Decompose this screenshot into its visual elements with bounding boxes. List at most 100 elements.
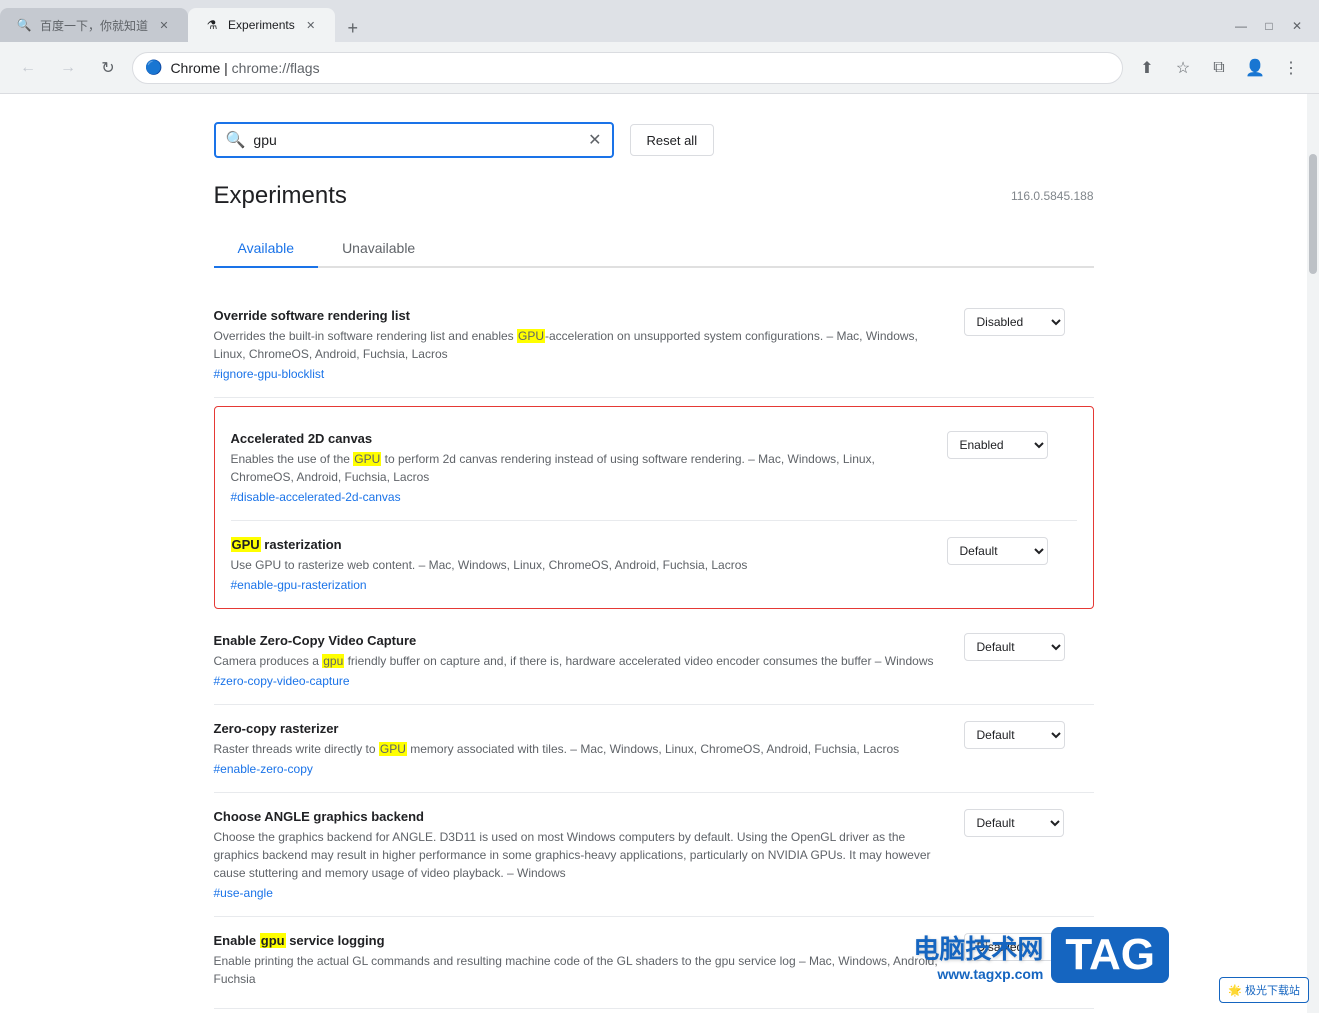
flag-select-rasterization[interactable]: Default Disabled Enabled — [947, 537, 1048, 565]
flag-desc-angle: Choose the graphics backend for ANGLE. D… — [214, 828, 940, 882]
highlight-gpu-5: GPU — [379, 742, 407, 756]
browser-frame: 🔍 百度一下，你就知道 ✕ ⚗ Experiments ✕ + — □ ✕ ← … — [0, 0, 1319, 1013]
flag-item-accelerated-canvas: Accelerated 2D canvas Enables the use of… — [231, 415, 1077, 521]
tab-unavailable[interactable]: Unavailable — [318, 230, 439, 268]
tab-available[interactable]: Available — [214, 230, 319, 268]
flag-control-rasterization: Default Disabled Enabled — [947, 537, 1077, 565]
highlight-gpu-2: GPU — [353, 452, 381, 466]
flag-info-override: Override software rendering list Overrid… — [214, 308, 940, 381]
flag-list: Override software rendering list Overrid… — [214, 292, 1094, 1009]
flag-desc-override: Overrides the built-in software renderin… — [214, 327, 940, 363]
minimize-button[interactable]: — — [1227, 14, 1255, 38]
add-tab-button[interactable]: + — [339, 14, 367, 42]
experiments-page: 🔍 ✕ Reset all Experiments 116.0.5845.188… — [174, 94, 1134, 1013]
window-controls: — □ ✕ — [1219, 14, 1319, 38]
menu-button[interactable]: ⋮ — [1275, 52, 1307, 84]
flag-name-angle: Choose ANGLE graphics backend — [214, 809, 940, 824]
flag-link-zero-copy-video[interactable]: #zero-copy-video-capture — [214, 674, 940, 688]
flag-select-override[interactable]: Default Disabled Enabled — [964, 308, 1065, 336]
flag-item-zero-copy-raster: Zero-copy rasterizer Raster threads writ… — [214, 705, 1094, 793]
forward-button[interactable]: → — [52, 52, 84, 84]
url-separator: | — [224, 60, 232, 76]
watermark-url: www.tagxp.com — [937, 966, 1043, 982]
toolbar-actions: ⬆ ☆ ⧉ 👤 ⋮ — [1131, 52, 1307, 84]
flag-control-angle: Default D3D11 OpenGL D3D9 — [964, 809, 1094, 837]
scrollbar[interactable] — [1307, 94, 1319, 1013]
flag-select-angle[interactable]: Default D3D11 OpenGL D3D9 — [964, 809, 1064, 837]
flag-control-zero-copy-video: Default Disabled Enabled — [964, 633, 1094, 661]
maximize-button[interactable]: □ — [1255, 14, 1283, 38]
profile-button[interactable]: 👤 — [1239, 52, 1271, 84]
flag-desc-zero-copy-video: Camera produces a gpu friendly buffer on… — [214, 652, 940, 670]
page-title: Experiments — [214, 182, 347, 210]
flag-select-canvas[interactable]: Default Disabled Enabled — [947, 431, 1048, 459]
watermark-inner: 电脑技术网 www.tagxp.com TAG — [913, 927, 1169, 983]
tab-favicon-experiments: ⚗ — [204, 17, 220, 33]
highlight-gpu-1: GPU — [517, 329, 545, 343]
flag-desc-gpu-logging: Enable printing the actual GL commands a… — [214, 952, 940, 988]
tab-close-experiments[interactable]: ✕ — [303, 17, 319, 33]
share-button[interactable]: ⬆ — [1131, 52, 1163, 84]
flag-info-gpu-logging: Enable gpu service logging Enable printi… — [214, 933, 940, 992]
highlight-gpu-3: GPU — [231, 537, 261, 552]
split-view-button[interactable]: ⧉ — [1203, 52, 1235, 84]
tab-favicon-baidu: 🔍 — [16, 17, 32, 33]
flag-select-zero-copy-raster[interactable]: Default Disabled Enabled — [964, 721, 1065, 749]
bookmark-button[interactable]: ☆ — [1167, 52, 1199, 84]
flag-item-gpu-rasterization: GPU rasterization Use GPU to rasterize w… — [231, 521, 1077, 600]
flag-link-angle[interactable]: #use-angle — [214, 886, 940, 900]
flag-control-canvas: Default Disabled Enabled — [947, 431, 1077, 459]
flag-name-zero-copy-raster: Zero-copy rasterizer — [214, 721, 940, 736]
watermark-text-block: 电脑技术网 www.tagxp.com — [913, 929, 1043, 982]
flag-info-zero-copy-raster: Zero-copy rasterizer Raster threads writ… — [214, 721, 940, 776]
search-clear-icon[interactable]: ✕ — [588, 130, 601, 150]
flag-link-canvas[interactable]: #disable-accelerated-2d-canvas — [231, 490, 923, 504]
version-text: 116.0.5845.188 — [1011, 189, 1094, 203]
flag-desc-zero-copy-raster: Raster threads write directly to GPU mem… — [214, 740, 940, 758]
search-bar-row: 🔍 ✕ Reset all — [214, 114, 1094, 158]
experiments-header: Experiments 116.0.5845.188 — [214, 182, 1094, 210]
refresh-button[interactable]: ↻ — [92, 52, 124, 84]
watermark: 电脑技术网 www.tagxp.com TAG — [913, 927, 1169, 983]
flag-name-rasterization: GPU rasterization — [231, 537, 923, 552]
flag-name-gpu-logging: Enable gpu service logging — [214, 933, 940, 948]
page-area[interactable]: 🔍 ✕ Reset all Experiments 116.0.5845.188… — [0, 94, 1307, 1013]
tab-close-baidu[interactable]: ✕ — [156, 17, 172, 33]
flag-select-zero-copy-video[interactable]: Default Disabled Enabled — [964, 633, 1065, 661]
main-content: 🔍 ✕ Reset all Experiments 116.0.5845.188… — [0, 94, 1319, 1013]
flag-control-override: Default Disabled Enabled — [964, 308, 1094, 336]
url-text: Chrome | chrome://flags — [170, 60, 1110, 76]
search-input[interactable] — [253, 132, 580, 148]
flag-item-zero-copy-video: Enable Zero-Copy Video Capture Camera pr… — [214, 617, 1094, 705]
tab-baidu[interactable]: 🔍 百度一下，你就知道 ✕ — [0, 8, 188, 42]
url-bar[interactable]: 🔵 Chrome | chrome://flags — [132, 52, 1123, 84]
tab-experiments[interactable]: ⚗ Experiments ✕ — [188, 8, 335, 42]
flag-info-canvas: Accelerated 2D canvas Enables the use of… — [231, 431, 923, 504]
flag-link-override[interactable]: #ignore-gpu-blocklist — [214, 367, 940, 381]
security-icon: 🔵 — [145, 59, 162, 76]
flag-name-zero-copy-video: Enable Zero-Copy Video Capture — [214, 633, 940, 648]
reset-all-button[interactable]: Reset all — [630, 124, 715, 156]
flag-info-angle: Choose ANGLE graphics backend Choose the… — [214, 809, 940, 900]
flag-name-override: Override software rendering list — [214, 308, 940, 323]
url-path: chrome://flags — [232, 60, 320, 76]
highlight-gpu-4: gpu — [322, 654, 344, 668]
download-logo: 🌟 极光下载站 — [1219, 977, 1309, 1003]
flag-link-zero-copy-raster[interactable]: #enable-zero-copy — [214, 762, 940, 776]
tabs-row: Available Unavailable — [214, 230, 1094, 268]
flag-desc-canvas: Enables the use of the GPU to perform 2d… — [231, 450, 923, 486]
watermark-tag: TAG — [1051, 927, 1169, 983]
search-box[interactable]: 🔍 ✕ — [214, 122, 614, 158]
flag-desc-rasterization: Use GPU to rasterize web content. – Mac,… — [231, 556, 923, 574]
watermark-site-name: 电脑技术网 — [913, 929, 1043, 966]
url-domain: Chrome — [170, 60, 220, 76]
back-button[interactable]: ← — [12, 52, 44, 84]
tab-title-baidu: 百度一下，你就知道 — [40, 17, 148, 34]
close-button[interactable]: ✕ — [1283, 14, 1311, 38]
flag-item-override-software: Override software rendering list Overrid… — [214, 292, 1094, 398]
highlight-gpu-7: gpu — [260, 933, 286, 948]
flag-name-canvas: Accelerated 2D canvas — [231, 431, 923, 446]
highlighted-section: Accelerated 2D canvas Enables the use of… — [214, 406, 1094, 609]
scrollbar-thumb[interactable] — [1309, 154, 1317, 274]
flag-link-rasterization[interactable]: #enable-gpu-rasterization — [231, 578, 923, 592]
